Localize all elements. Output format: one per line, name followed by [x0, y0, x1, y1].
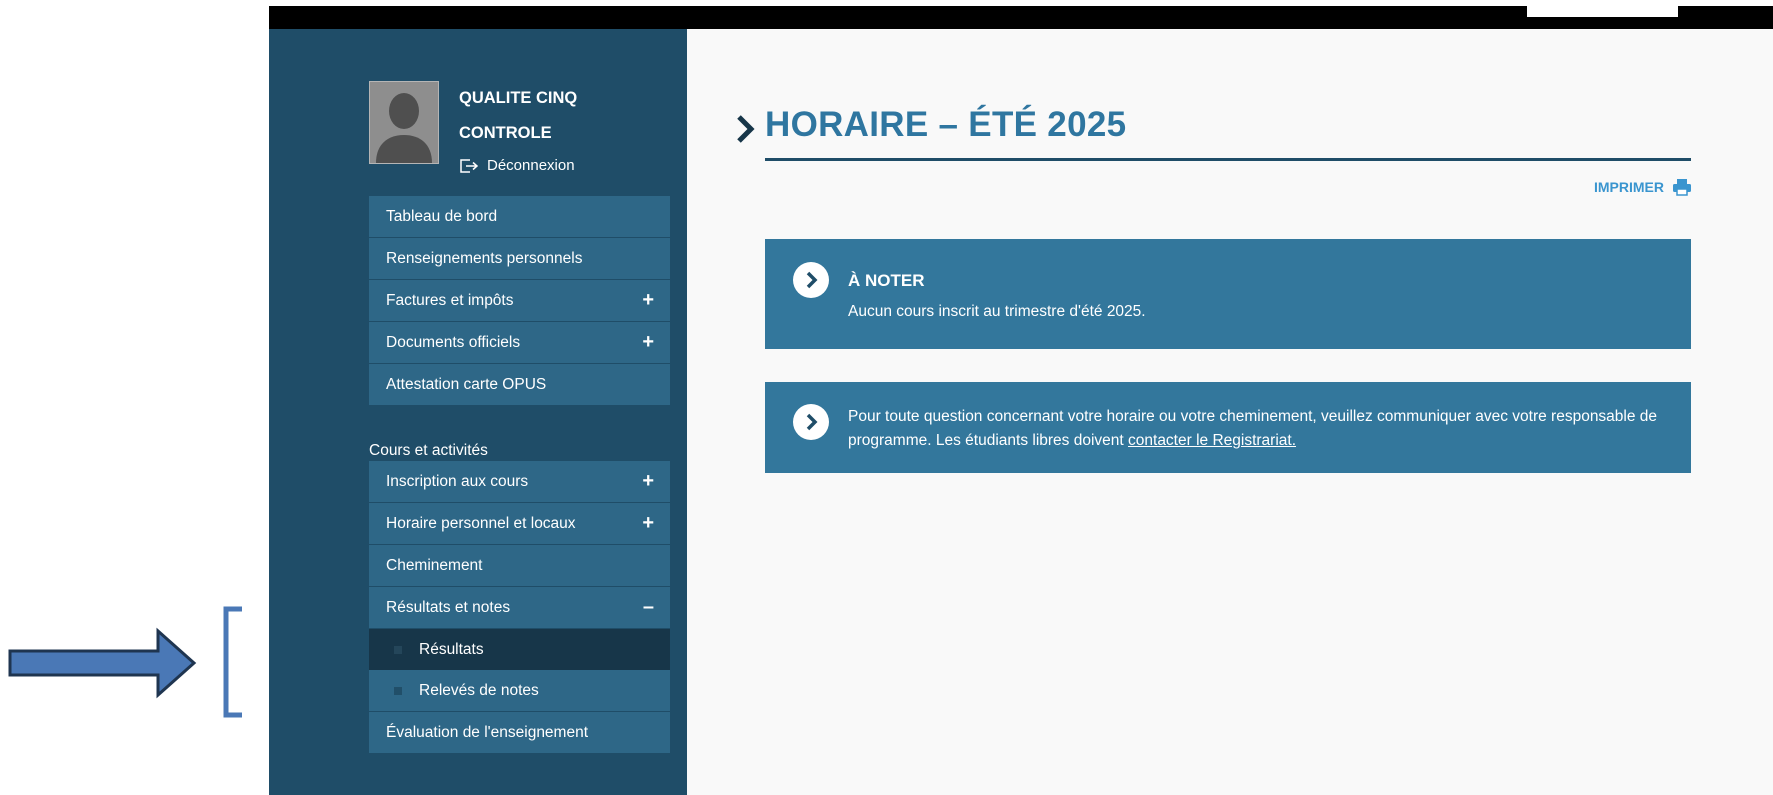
sidebar-item-cheminement[interactable]: Cheminement	[369, 545, 670, 586]
info-box: Pour toute question concernant votre hor…	[765, 382, 1691, 473]
notice-box: À NOTER Aucun cours inscrit au trimestre…	[765, 239, 1691, 349]
sidebar-item-factures-et-impots[interactable]: Factures et impôts +	[369, 280, 670, 321]
sidebar-item-horaire-personnel[interactable]: Horaire personnel et locaux +	[369, 503, 670, 544]
user-silhouette-icon	[370, 82, 438, 163]
page-title: HORAIRE – ÉTÉ 2025	[765, 105, 1127, 144]
sidebar-item-documents-officiels[interactable]: Documents officiels +	[369, 322, 670, 363]
sidebar-item-label: Tableau de bord	[386, 207, 498, 225]
top-bar-tab[interactable]	[1527, 6, 1678, 17]
sidebar-item-label: Horaire personnel et locaux	[386, 514, 576, 532]
sidebar-item-label: Cheminement	[386, 556, 483, 574]
annotation-bracket-icon	[223, 606, 242, 718]
printer-icon	[1673, 179, 1691, 196]
sidebar-item-label: Documents officiels	[386, 333, 521, 351]
user-name-line1: QUALITE CINQ	[459, 89, 578, 107]
logout-link[interactable]: Déconnexion	[459, 157, 575, 174]
registrariat-link[interactable]: contacter le Registrariat.	[1128, 432, 1296, 449]
sidebar-item-label: Renseignements personnels	[386, 249, 583, 267]
user-name-line2: CONTROLE	[459, 124, 552, 142]
sidebar-item-label: Inscription aux cours	[386, 472, 529, 490]
sidebar-subitem-label: Relevés de notes	[419, 681, 539, 699]
expand-icon[interactable]: +	[642, 503, 654, 544]
sidebar-item-label: Factures et impôts	[386, 291, 514, 309]
bullet-icon	[394, 646, 402, 654]
annotation-arrow-icon	[8, 627, 197, 699]
print-label: IMPRIMER	[1594, 179, 1664, 195]
main-content: HORAIRE – ÉTÉ 2025 IMPRIMER À NOTER Aucu…	[687, 29, 1773, 795]
sidebar-item-inscription-aux-cours[interactable]: Inscription aux cours +	[369, 461, 670, 502]
collapse-icon[interactable]: –	[643, 587, 654, 628]
chevron-circle-icon	[793, 404, 829, 440]
sidebar-item-evaluation-enseignement[interactable]: Évaluation de l'enseignement	[369, 712, 670, 753]
avatar	[369, 81, 439, 164]
sidebar-item-label: Résultats et notes	[386, 598, 511, 616]
print-button[interactable]: IMPRIMER	[1594, 178, 1691, 196]
section-label-cours: Cours et activités	[369, 442, 488, 459]
app-window: QUALITE CINQ CONTROLE Déconnexion Tablea…	[269, 6, 1773, 795]
sidebar-item-attestation-carte-opus[interactable]: Attestation carte OPUS	[369, 364, 670, 405]
sidebar-item-tableau-de-bord[interactable]: Tableau de bord	[369, 196, 670, 237]
top-bar	[269, 6, 1773, 29]
logout-icon	[460, 158, 479, 173]
expand-icon[interactable]: +	[642, 322, 654, 363]
sidebar-item-resultats-et-notes[interactable]: Résultats et notes –	[369, 587, 670, 628]
expand-icon[interactable]: +	[642, 461, 654, 502]
sidebar: QUALITE CINQ CONTROLE Déconnexion Tablea…	[269, 29, 687, 795]
chevron-circle-icon	[793, 262, 829, 298]
sidebar-subitem-releves-de-notes[interactable]: Relevés de notes	[369, 670, 670, 711]
chevron-right-icon	[737, 115, 755, 143]
user-name: QUALITE CINQ CONTROLE	[459, 81, 679, 151]
sidebar-item-label: Évaluation de l'enseignement	[386, 723, 589, 741]
logout-label: Déconnexion	[487, 157, 575, 174]
bullet-icon	[394, 687, 402, 695]
notice-title: À NOTER	[848, 271, 925, 290]
expand-icon[interactable]: +	[642, 280, 654, 321]
user-profile: QUALITE CINQ CONTROLE Déconnexion	[369, 81, 669, 174]
sidebar-subitem-resultats[interactable]: Résultats	[369, 629, 670, 670]
sidebar-item-renseignements-personnels[interactable]: Renseignements personnels	[369, 238, 670, 279]
sidebar-subitem-label: Résultats	[419, 640, 484, 658]
notice-text: Aucun cours inscrit au trimestre d'été 2…	[848, 303, 1146, 320]
sidebar-item-label: Attestation carte OPUS	[386, 375, 547, 393]
title-divider	[765, 158, 1691, 161]
info-text: Pour toute question concernant votre hor…	[848, 405, 1678, 453]
